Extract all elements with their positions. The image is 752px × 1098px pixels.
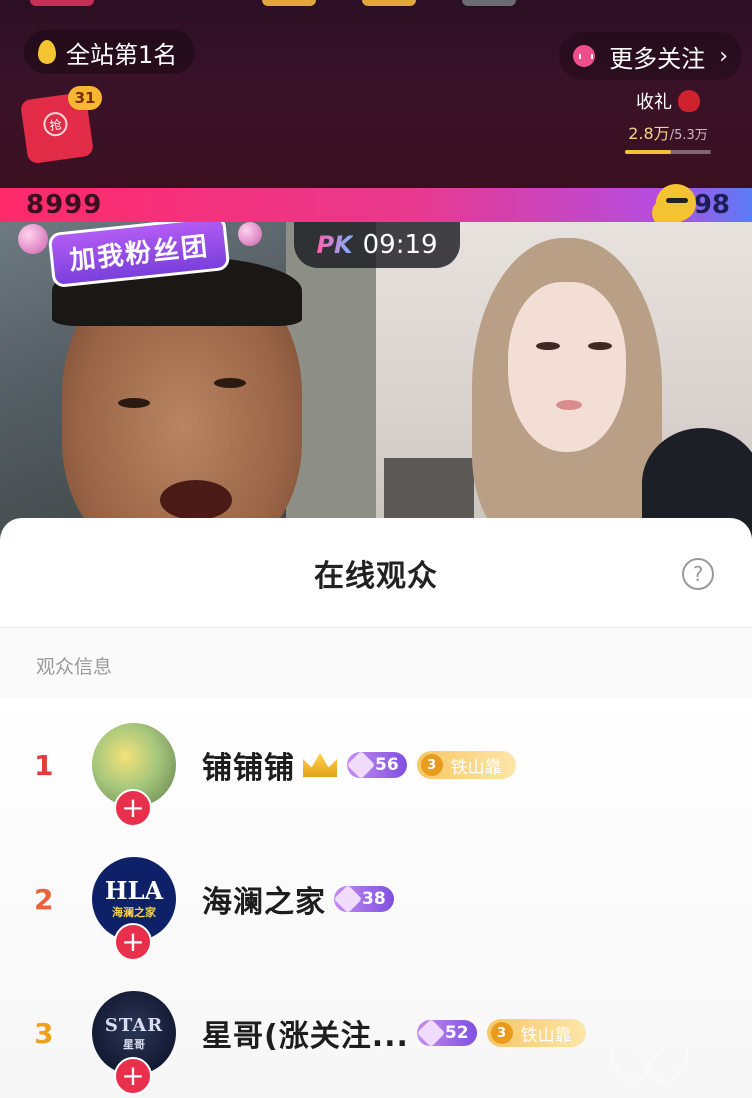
level-number: 52 <box>444 1023 469 1043</box>
fan-level: 3 <box>490 1022 513 1044</box>
rose-icon <box>678 90 700 112</box>
level-number: 38 <box>362 889 386 909</box>
fan-level: 3 <box>420 754 443 776</box>
header-deco <box>362 0 416 6</box>
gift-progress-fill <box>625 150 671 154</box>
gem-icon <box>416 1018 446 1048</box>
flame-icon <box>38 40 56 64</box>
avatar-logo-text: STAR <box>104 1014 164 1036</box>
fan-club-name: 铁山靠 <box>450 757 502 778</box>
disco-ball-icon <box>238 222 262 246</box>
level-badge: 52 <box>416 1018 477 1048</box>
help-icon[interactable]: ? <box>682 558 714 590</box>
gem-icon <box>346 750 376 780</box>
pk-logo: PK <box>316 231 353 259</box>
sheet-header: 在线观众 ? <box>0 518 752 628</box>
live-header: 全站第1名 更多关注 › 抢 31 收礼 2.8万/5.3万 <box>0 0 752 188</box>
rank-number: 2 <box>34 882 54 916</box>
gift-title: 收礼 <box>636 92 672 113</box>
red-packet-count-badge: 31 <box>68 86 102 110</box>
site-rank-text: 全站第1名 <box>66 40 178 69</box>
gem-icon <box>333 884 363 914</box>
streamer-mouth <box>160 480 232 520</box>
chevron-right-icon: › <box>719 43 728 69</box>
heart-watermark-icon <box>624 1024 672 1068</box>
crown-icon <box>303 753 337 777</box>
right-streamer-video[interactable] <box>376 222 752 542</box>
streamer-eye <box>536 342 560 350</box>
pk-timer: PK 09:19 <box>294 222 460 268</box>
streamer-eye <box>214 378 246 388</box>
level-number: 56 <box>375 755 399 775</box>
follow-add-button[interactable]: + <box>114 923 152 961</box>
level-badge: 38 <box>333 884 394 914</box>
user-name: 铺铺铺 <box>202 751 295 786</box>
red-packet-seal: 抢 <box>41 110 70 138</box>
gift-current: 2.8万 <box>628 124 670 143</box>
fan-club-badge: 3 铁山靠 <box>486 1019 586 1047</box>
follow-add-button[interactable]: + <box>114 789 152 827</box>
follow-icon <box>573 45 596 67</box>
avatar[interactable]: + <box>92 723 176 827</box>
streamer-lips <box>556 400 582 410</box>
sheet-title: 在线观众 <box>314 558 438 594</box>
section-label: 观众信息 <box>0 628 752 698</box>
streamer-eye <box>588 342 612 350</box>
level-badge: 56 <box>346 750 407 780</box>
list-item[interactable]: 1 + 铺铺铺 56 3 铁山靠 <box>0 698 752 832</box>
avatar-logo-text: HLA <box>104 876 164 905</box>
header-deco <box>30 0 94 6</box>
site-rank-pill[interactable]: 全站第1名 <box>24 30 196 74</box>
avatar[interactable]: STAR 星哥 + <box>92 991 176 1095</box>
streamer-eye <box>118 398 150 408</box>
gift-progress-bar <box>625 150 711 154</box>
smug-emoji-icon <box>656 184 696 222</box>
header-deco <box>262 0 316 6</box>
pk-video-area[interactable]: 加我粉丝团 PK 09:19 <box>0 222 752 542</box>
more-follow-button[interactable]: 更多关注 › <box>559 32 742 80</box>
disco-ball-icon <box>18 224 48 254</box>
rank-number: 3 <box>34 1016 54 1050</box>
rank-number: 1 <box>34 748 54 782</box>
online-audience-sheet: 在线观众 ? 观众信息 1 + 铺铺铺 56 3 铁山靠 2 HLA 海澜之家 … <box>0 518 752 1098</box>
pk-left-score: 8999 <box>26 190 103 220</box>
user-name: 星哥(涨关注... <box>202 1019 409 1054</box>
follow-add-button[interactable]: + <box>114 1057 152 1095</box>
list-item[interactable]: 2 HLA 海澜之家 + 海澜之家 38 <box>0 832 752 966</box>
fan-club-name: 铁山靠 <box>520 1025 572 1046</box>
pk-score-bar: 8999 98 <box>0 188 752 222</box>
more-follow-label: 更多关注 <box>609 44 706 73</box>
fan-club-badge: 3 铁山靠 <box>416 751 516 779</box>
header-deco <box>462 0 516 6</box>
streamer-face <box>508 282 626 452</box>
avatar[interactable]: HLA 海澜之家 + <box>92 857 176 961</box>
avatar-logo-sub: 海澜之家 <box>112 906 156 919</box>
avatar-logo-sub: 星哥 <box>123 1037 145 1051</box>
pk-right-score: 98 <box>693 190 730 220</box>
pk-countdown: 09:19 <box>362 230 438 260</box>
user-name: 海澜之家 <box>202 885 326 920</box>
gift-total: /5.3万 <box>669 128 708 143</box>
gift-received-panel[interactable]: 收礼 2.8万/5.3万 <box>618 88 718 154</box>
